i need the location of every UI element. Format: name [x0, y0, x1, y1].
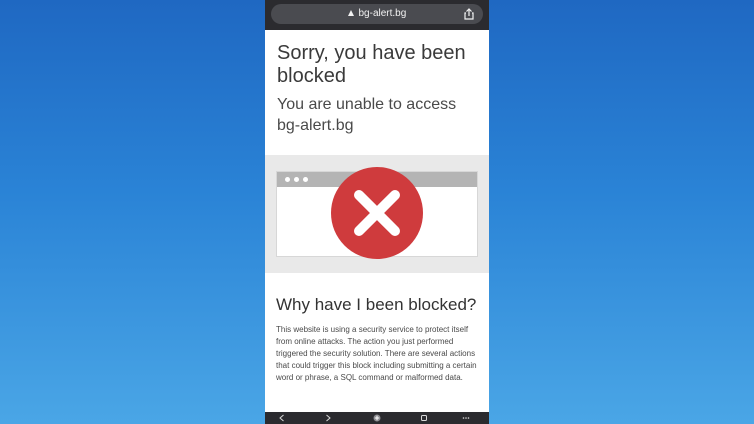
back-icon[interactable]	[278, 414, 286, 422]
tabs-icon[interactable]	[420, 414, 428, 422]
blocked-illustration	[265, 155, 489, 273]
browser-top-bar: bg-alert.bg	[265, 0, 489, 30]
more-icon[interactable]	[462, 414, 470, 422]
plus-icon[interactable]	[373, 414, 381, 422]
blocked-page: Sorry, you have been blocked You are una…	[265, 30, 489, 392]
window-dot	[285, 177, 290, 182]
url-label: bg-alert.bg	[358, 8, 407, 19]
section-title: Why have I been blocked?	[276, 295, 477, 314]
address-bar[interactable]: bg-alert.bg	[271, 4, 483, 24]
page-subtitle: You are unable to access bg-alert.bg	[277, 96, 457, 134]
url-text-container: bg-alert.bg	[271, 4, 483, 24]
window-dot	[303, 177, 308, 182]
blocked-x-icon	[331, 167, 423, 259]
lock-icon	[347, 10, 354, 16]
window-dot	[294, 177, 299, 182]
phone-screen: bg-alert.bg Sorry, you have been blocked…	[265, 0, 489, 424]
block-explanation: This website is using a security service…	[276, 325, 477, 382]
share-icon[interactable]	[463, 8, 475, 20]
browser-bottom-bar	[265, 412, 489, 424]
forward-icon[interactable]	[324, 414, 332, 422]
x-mark-icon	[354, 190, 400, 236]
page-title: Sorry, you have been blocked	[277, 42, 466, 87]
header: Sorry, you have been blocked You are una…	[277, 42, 482, 136]
